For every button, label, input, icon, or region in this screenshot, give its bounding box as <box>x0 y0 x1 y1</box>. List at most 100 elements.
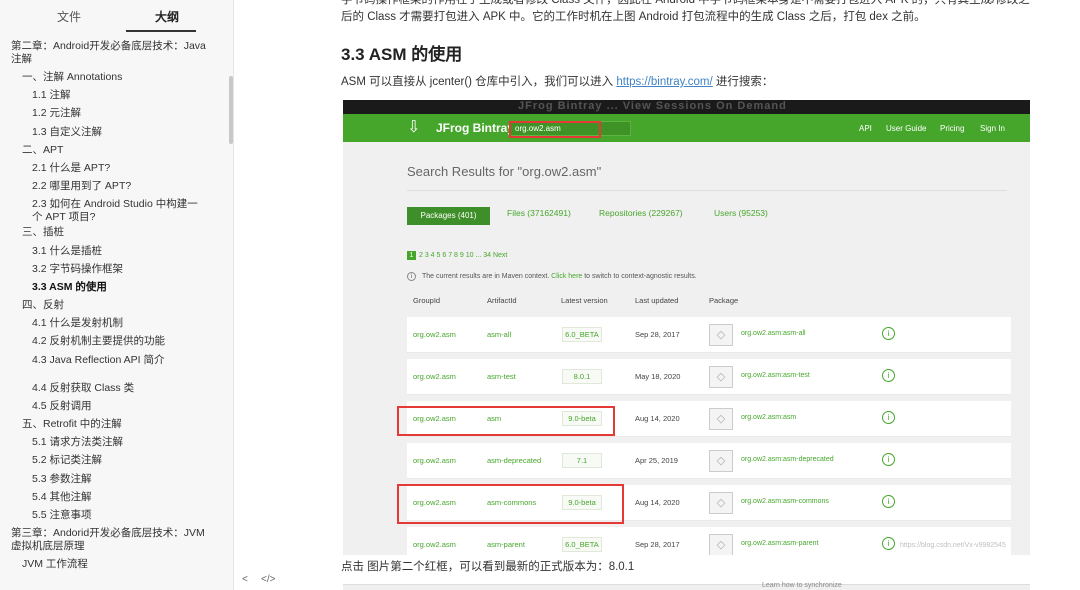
cell-artifactid[interactable]: asm-commons <box>487 498 536 507</box>
table-row[interactable]: org.ow2.asm asm-test 8.0.1 May 18, 2020 ◇ org… <box>407 359 1011 395</box>
table-row[interactable]: org.ow2.asm asm-commons 9.0-beta Aug 14, 20… <box>407 485 1011 521</box>
pagination[interactable]: 12 3 4 5 6 7 8 9 10 ... 34 Next <box>407 251 507 260</box>
outline-item[interactable]: 2.3 如何在 Android Studio 中构建一个 APT 项目? <box>0 198 228 226</box>
cell-package[interactable]: org.ow2.asm:asm-test <box>741 372 810 379</box>
section-heading: 3.3 ASM 的使用 <box>341 45 463 64</box>
info-icon[interactable]: i <box>882 537 895 550</box>
outline-item[interactable]: 2.1 什么是 APT? <box>0 162 228 180</box>
outline-item[interactable]: 3.2 字节码操作框架 <box>0 263 228 281</box>
bintray-search-input[interactable]: org.ow2.asm <box>509 121 631 136</box>
tab-active-indicator <box>126 30 196 32</box>
cell-groupid[interactable]: org.ow2.asm <box>413 414 456 423</box>
outline-scrollbar[interactable] <box>229 76 233 144</box>
cell-last-updated: Apr 25, 2019 <box>635 456 678 465</box>
cell-artifactid[interactable]: asm <box>487 414 501 423</box>
tab-packages[interactable]: Packages (401) <box>407 207 490 225</box>
tab-outline[interactable]: 大纲 <box>155 8 179 25</box>
outline-item[interactable]: 2.2 哪里用到了 APT? <box>0 180 228 198</box>
outline-item[interactable]: 第三章：Andorid开发必备底层技术：JVM虚拟机底层原理 <box>0 527 228 553</box>
cell-groupid[interactable]: org.ow2.asm <box>413 456 456 465</box>
outline-item[interactable]: 1.3 自定义注解 <box>0 126 228 144</box>
outline-item[interactable]: 四、反射 <box>0 299 228 317</box>
outline-item[interactable]: 五、Retrofit 中的注解 <box>0 418 228 436</box>
cell-package[interactable]: org.ow2.asm:asm-deprecated <box>741 456 834 463</box>
outline-item[interactable]: 一、注解 Annotations <box>0 71 228 89</box>
page-current[interactable]: 1 <box>407 251 416 260</box>
tab-users[interactable]: Users (95253) <box>714 208 768 218</box>
tab-files[interactable]: Files (37162491) <box>507 208 571 218</box>
synchronize-link[interactable]: Learn how to synchronize <box>762 582 842 589</box>
tab-repositories[interactable]: Repositories (229267) <box>599 208 683 218</box>
outline-item[interactable]: JVM 工作流程 <box>0 558 228 570</box>
package-icon: ◇ <box>709 492 733 514</box>
outline-item[interactable]: 3.3 ASM 的使用 <box>0 281 228 299</box>
banner-strip: JFrog Bintray ... View Sessions On Deman… <box>343 100 1030 114</box>
outline-item[interactable]: 5.3 参数注解 <box>0 473 228 491</box>
cell-package[interactable]: org.ow2.asm:asm-commons <box>741 498 829 505</box>
outline-item[interactable]: 4.2 反射机制主要提供的功能 <box>0 335 228 353</box>
outline-item[interactable]: 5.5 注意事项 <box>0 509 228 527</box>
results-table-header: GroupId ArtifactId Latest version Last u… <box>407 296 1007 310</box>
cell-artifactid[interactable]: asm-test <box>487 372 516 381</box>
cell-package[interactable]: org.ow2.asm:asm-all <box>741 330 806 337</box>
nav-api[interactable]: API <box>859 124 872 133</box>
package-icon: ◇ <box>709 450 733 472</box>
cell-last-updated: Sep 28, 2017 <box>635 540 680 549</box>
paragraph-asm-intro: ASM 可以直接从 jcenter() 仓库中引入，我们可以进入 https:/… <box>341 74 773 90</box>
results-title: Search Results for "org.ow2.asm" <box>407 164 602 179</box>
cell-artifactid[interactable]: asm-parent <box>487 540 525 549</box>
page-links[interactable]: 2 3 4 5 6 7 8 9 10 ... 34 Next <box>419 252 507 259</box>
table-row[interactable]: org.ow2.asm asm-deprecated 7.1 Apr 25, 2019… <box>407 443 1011 479</box>
outline-item[interactable]: 第二章：Android开发必备底层技术：Java注解 <box>0 40 228 66</box>
package-icon: ◇ <box>709 324 733 346</box>
package-icon: ◇ <box>709 534 733 555</box>
col-groupid: GroupId <box>413 296 441 305</box>
cell-version-badge: 6.0_BETA <box>562 327 602 342</box>
outline-item[interactable]: 二、APT <box>0 144 228 162</box>
cell-version-badge: 7.1 <box>562 453 602 468</box>
table-row[interactable]: org.ow2.asm asm-parent 6.0_BETA Sep 28, 201… <box>407 527 1011 555</box>
cell-package[interactable]: org.ow2.asm:asm-parent <box>741 540 818 547</box>
cell-version-badge: 8.0.1 <box>562 369 602 384</box>
info-icon[interactable]: i <box>882 495 895 508</box>
banner-text: JFrog Bintray ... View Sessions On Deman… <box>518 100 787 112</box>
col-latest-version: Latest version <box>561 296 608 305</box>
info-icon[interactable]: i <box>882 453 895 466</box>
table-row[interactable]: org.ow2.asm asm 9.0-beta Aug 14, 2020 ◇ org.o… <box>407 401 1011 437</box>
nav-sign-in[interactable]: Sign In <box>980 124 1005 133</box>
outline-sidebar: 文件 大纲 第二章：Android开发必备底层技术：Java注解一、注解 Ann… <box>0 0 234 590</box>
cell-groupid[interactable]: org.ow2.asm <box>413 330 456 339</box>
outline-item[interactable]: 5.4 其他注解 <box>0 491 228 509</box>
notice-text: to switch to context-agnostic results. <box>582 273 697 280</box>
outline-item[interactable]: 1.1 注解 <box>0 89 228 107</box>
paragraph-text: ASM 可以直接从 jcenter() 仓库中引入，我们可以进入 <box>341 76 617 88</box>
outline-item[interactable]: 4.3 Java Reflection API 简介 <box>0 354 228 382</box>
outline-item[interactable]: 3.1 什么是插桩 <box>0 245 228 263</box>
cell-artifactid[interactable]: asm-all <box>487 330 511 339</box>
cell-groupid[interactable]: org.ow2.asm <box>413 372 456 381</box>
info-icon[interactable]: i <box>882 411 895 424</box>
cell-artifactid[interactable]: asm-deprecated <box>487 456 541 465</box>
nav-pricing[interactable]: Pricing <box>940 124 964 133</box>
outline-item[interactable]: 三、插桩 <box>0 226 228 244</box>
cell-groupid[interactable]: org.ow2.asm <box>413 540 456 549</box>
nav-user-guide[interactable]: User Guide <box>886 124 926 133</box>
tab-file[interactable]: 文件 <box>57 8 81 25</box>
watermark: https://blog.csdn.net/Vx-v9982545 <box>900 542 1006 549</box>
cell-package[interactable]: org.ow2.asm:asm <box>741 414 796 421</box>
switch-context-link[interactable]: Click here <box>551 273 582 280</box>
cell-last-updated: Sep 28, 2017 <box>635 330 680 339</box>
cell-groupid[interactable]: org.ow2.asm <box>413 498 456 507</box>
outline-item[interactable]: 5.2 标记类注解 <box>0 454 228 472</box>
outline-item[interactable]: 5.1 请求方法类注解 <box>0 436 228 454</box>
bintray-link[interactable]: https://bintray.com/ <box>616 76 712 88</box>
outline-item[interactable]: 1.2 元注解 <box>0 107 228 125</box>
info-icon[interactable]: i <box>882 327 895 340</box>
outline-item[interactable]: 4.4 反射获取 Class 类 <box>0 382 228 400</box>
col-artifactid: ArtifactId <box>487 296 517 305</box>
table-row[interactable]: org.ow2.asm asm-all 6.0_BETA Sep 28, 2017 ◇ o… <box>407 317 1011 353</box>
next-screenshot-edge <box>343 584 1030 590</box>
outline-item[interactable]: 4.1 什么是发射机制 <box>0 317 228 335</box>
info-icon[interactable]: i <box>882 369 895 382</box>
outline-item[interactable]: 4.5 反射调用 <box>0 400 228 418</box>
